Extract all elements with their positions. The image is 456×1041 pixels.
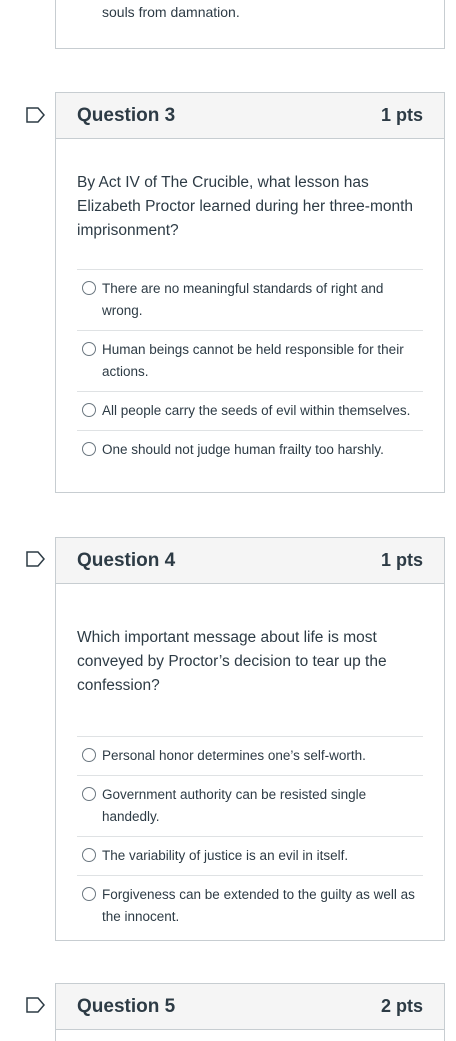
answer-label[interactable]: One should not judge human frailty too h… (102, 439, 415, 461)
answer-option[interactable]: Government authority can be resisted sin… (77, 776, 423, 837)
answer-label[interactable]: Human beings cannot be held responsible … (102, 339, 415, 383)
question-4-header: Question 4 1 pts (56, 538, 444, 584)
radio-button[interactable] (82, 748, 96, 762)
flag-question-5-icon[interactable] (26, 997, 46, 1013)
answer-label[interactable]: Government authority can be resisted sin… (102, 784, 415, 828)
radio-button[interactable] (82, 442, 96, 456)
answer-option[interactable]: There are no meaningful standards of rig… (77, 270, 423, 331)
answer-label[interactable]: All people carry the seeds of evil withi… (102, 400, 415, 422)
question-2-answer-tail: souls from damnation. (102, 4, 240, 20)
question-5-title: Question 5 (77, 995, 176, 1017)
answer-option[interactable]: One should not judge human frailty too h… (77, 431, 423, 469)
question-4-title: Question 4 (77, 549, 176, 571)
radio-button[interactable] (82, 887, 96, 901)
question-3-title: Question 3 (77, 104, 176, 126)
question-5-header: Question 5 2 pts (56, 984, 444, 1030)
answer-option[interactable]: All people carry the seeds of evil withi… (77, 392, 423, 431)
answer-option[interactable]: Forgiveness can be extended to the guilt… (77, 876, 423, 936)
question-4-answers: Personal honor determines one’s self-wor… (77, 736, 423, 936)
question-3-header: Question 3 1 pts (56, 93, 444, 139)
question-4-points: 1 pts (380, 550, 423, 570)
radio-button[interactable] (82, 281, 96, 295)
answer-label[interactable]: Forgiveness can be extended to the guilt… (102, 884, 415, 928)
radio-button[interactable] (82, 787, 96, 801)
answer-option[interactable]: The variability of justice is an evil in… (77, 837, 423, 876)
radio-button[interactable] (82, 342, 96, 356)
radio-button[interactable] (82, 403, 96, 417)
question-3-answers: There are no meaningful standards of rig… (77, 269, 423, 469)
answer-label[interactable]: There are no meaningful standards of rig… (102, 278, 415, 322)
answer-option[interactable]: Human beings cannot be held responsible … (77, 331, 423, 392)
radio-button[interactable] (82, 848, 96, 862)
question-4-text: Which important message about life is mo… (77, 629, 387, 694)
question-3-text: By Act IV of The Crucible, what lesson h… (77, 174, 414, 239)
answer-label[interactable]: Personal honor determines one’s self-wor… (102, 745, 415, 767)
question-3-card: Question 3 1 pts By Act IV of The Crucib… (55, 92, 445, 493)
flag-question-4-icon[interactable] (26, 551, 46, 567)
answer-option[interactable]: Personal honor determines one’s self-wor… (77, 737, 423, 776)
answer-label[interactable]: The variability of justice is an evil in… (102, 845, 415, 867)
question-4-card: Question 4 1 pts Which important message… (55, 537, 445, 941)
question-5-card: Question 5 2 pts (55, 983, 445, 1041)
flag-question-3-icon[interactable] (26, 107, 46, 123)
question-5-points: 2 pts (380, 996, 423, 1016)
question-3-points: 1 pts (380, 105, 423, 125)
